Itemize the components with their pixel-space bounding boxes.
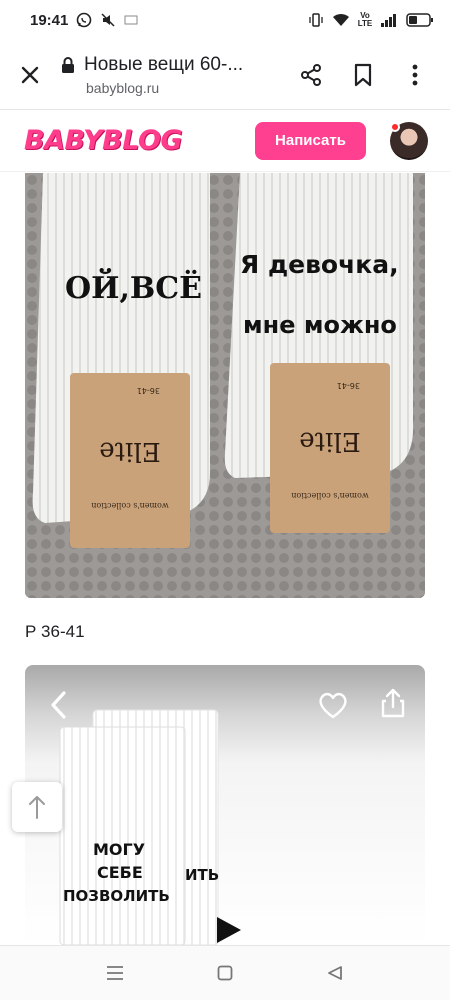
- right-tag-size: 36-41: [337, 381, 360, 390]
- notification-dot: [390, 121, 400, 132]
- right-sock-text-1: Я девочка,: [240, 250, 399, 279]
- socks-photo-2-image: МОГУ СЕБЕ ПОЗВОЛИТЬ ИТЬ: [59, 709, 219, 945]
- bookmark-button[interactable]: [346, 58, 380, 92]
- nav-menu-button[interactable]: [93, 951, 137, 995]
- left-tag-collection: women's collection: [91, 501, 168, 510]
- bookmark-icon: [354, 63, 372, 86]
- more-vert-icon: [412, 64, 418, 85]
- product-photo-gallery[interactable]: МОГУ СЕБЕ ПОЗВОЛИТЬ ИТЬ: [25, 665, 425, 945]
- gallery-share-button[interactable]: [373, 683, 413, 723]
- user-avatar[interactable]: [390, 121, 428, 160]
- volte-icon: Vo LTE: [357, 11, 373, 28]
- status-bar: 19:41 Vo LTE: [0, 0, 450, 40]
- browser-toolbar: Новые вещи 60-... babyblog.ru: [0, 40, 450, 110]
- favorite-button[interactable]: [313, 685, 353, 725]
- lock-icon: [62, 56, 74, 73]
- more-menu-button[interactable]: [398, 58, 432, 92]
- babyblog-logo[interactable]: BABYBLOG: [24, 125, 183, 156]
- arrow-up-icon: [29, 796, 45, 819]
- page-url: babyblog.ru: [86, 79, 160, 96]
- left-tag-size: 36-41: [137, 386, 160, 395]
- upload-share-icon: [381, 688, 405, 718]
- play-icon[interactable]: [213, 915, 243, 945]
- back-triangle-icon: [328, 966, 342, 980]
- system-nav-bar: [0, 945, 450, 1000]
- close-tab-button[interactable]: [0, 40, 60, 110]
- address-area[interactable]: Новые вещи 60-... babyblog.ru: [60, 54, 294, 96]
- nav-home-button[interactable]: [203, 951, 247, 995]
- cast-icon: [124, 15, 138, 25]
- home-square-icon: [217, 965, 233, 981]
- nav-back-button[interactable]: [313, 951, 357, 995]
- right-sock-text-2: мне можно: [243, 311, 397, 339]
- left-sock-text: ОЙ,ВСЁ: [65, 268, 202, 306]
- right-tag-brand: Elite: [299, 426, 360, 456]
- share-button[interactable]: [294, 58, 328, 92]
- scroll-to-top-button[interactable]: [12, 782, 62, 832]
- left-tag-brand: Elite: [99, 436, 160, 466]
- socks-photo-image: ОЙ,ВСЁ Я девочка, мне можно women's coll…: [25, 173, 425, 598]
- battery-icon: [406, 13, 434, 27]
- wifi-icon: [332, 13, 350, 27]
- signal-icon: [380, 13, 398, 27]
- photo2-back-sock-text: ИТЬ: [185, 866, 219, 884]
- chevron-left-icon: [51, 691, 66, 719]
- photo-caption: Р 36-41: [25, 622, 85, 641]
- photo2-sock-text-2: СЕБЕ: [97, 863, 143, 882]
- product-photo-socks[interactable]: ОЙ,ВСЁ Я девочка, мне можно women's coll…: [25, 173, 425, 598]
- photo2-sock-text-3: ПОЗВОЛИТЬ: [63, 887, 170, 905]
- close-icon: [21, 66, 39, 83]
- page-title: Новые вещи 60-...: [84, 53, 244, 75]
- heart-icon: [319, 692, 347, 719]
- write-button[interactable]: Написать: [255, 121, 366, 160]
- whatsapp-icon: [76, 12, 92, 28]
- share-icon: [301, 63, 321, 86]
- right-tag-collection: women's collection: [291, 491, 368, 500]
- gallery-back-button[interactable]: [39, 685, 79, 725]
- menu-icon: [107, 966, 123, 980]
- vibrate-icon: [308, 12, 324, 28]
- photo2-sock-text-1: МОГУ: [93, 840, 145, 859]
- status-time: 19:41: [30, 11, 69, 29]
- site-header: BABYBLOG Написать: [0, 110, 450, 172]
- mute-icon: [100, 12, 116, 28]
